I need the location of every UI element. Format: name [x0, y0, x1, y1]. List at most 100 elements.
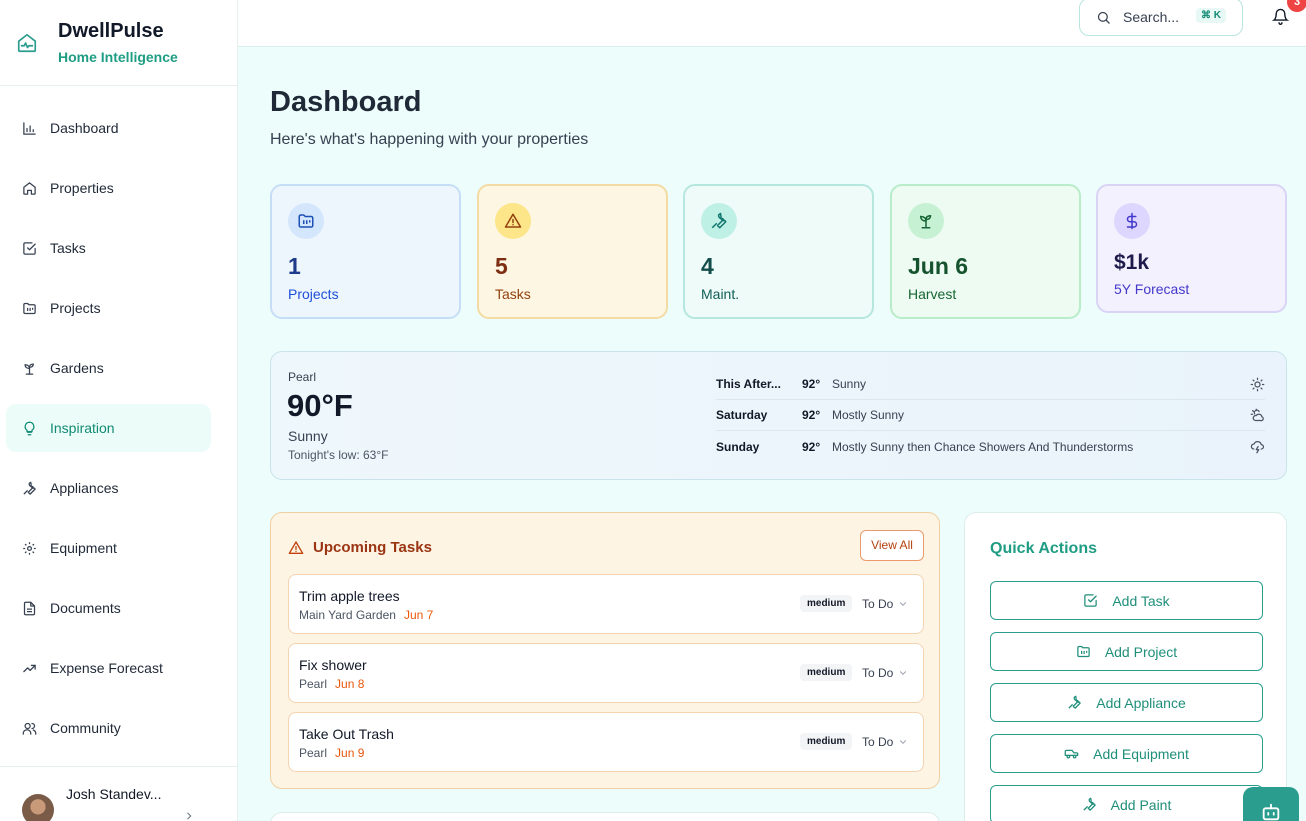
assistant-button[interactable] [1243, 787, 1299, 821]
folder-icon [23, 302, 36, 314]
view-all-button[interactable]: View All [860, 530, 924, 561]
user-menu[interactable]: Josh Standev... [0, 766, 238, 821]
weather-low: Tonight's low: 63°F [288, 448, 389, 462]
forecast-day: This After... [716, 377, 781, 391]
task-row[interactable]: Fix shower Pearl Jun 8 medium To Do [288, 643, 924, 703]
checkbox-icon [23, 241, 36, 255]
sidebar-item-equipment[interactable]: Equipment [6, 524, 211, 572]
page-title: Dashboard [270, 86, 422, 118]
checkbox-icon [1084, 594, 1098, 607]
folder-icon [1077, 645, 1090, 658]
bar-chart-icon [23, 121, 36, 135]
button-label: Add Appliance [1096, 694, 1186, 711]
quick-actions-title: Quick Actions [990, 540, 1097, 557]
sidebar-item-label: Tasks [50, 240, 86, 256]
add-appliance-button[interactable]: Add Appliance [990, 683, 1263, 722]
wrench-icon [701, 203, 737, 239]
stat-label: 5Y Forecast [1114, 281, 1190, 297]
add-project-button[interactable]: Add Project [990, 632, 1263, 671]
storm-cloud-icon [1250, 440, 1265, 454]
sidebar-item-label: Expense Forecast [50, 660, 163, 676]
task-location: Pearl [299, 746, 328, 760]
status-select[interactable]: To Do [862, 597, 908, 611]
truck-icon [1064, 749, 1079, 759]
brand-subtitle: Home Intelligence [58, 49, 178, 65]
sidebar-item-label: Gardens [50, 360, 104, 376]
sidebar-item-documents[interactable]: Documents [6, 584, 211, 632]
task-row[interactable]: Trim apple trees Main Yard Garden Jun 7 m… [288, 574, 924, 634]
sidebar-nav: Dashboard Properties Tasks Projects Gard… [0, 86, 237, 752]
brand[interactable]: DwellPulse Home Intelligence [0, 0, 237, 86]
upcoming-tasks-card: Upcoming Tasks View All Trim apple trees… [270, 512, 940, 789]
add-equipment-button[interactable]: Add Equipment [990, 734, 1263, 773]
bell-icon[interactable] [1272, 8, 1289, 25]
stat-card-forecast[interactable]: $1k 5Y Forecast [1096, 184, 1287, 313]
sidebar-item-label: Properties [50, 180, 114, 196]
home-pulse-icon [17, 33, 37, 52]
forecast-desc: Mostly Sunny [832, 408, 905, 422]
button-label: Add Equipment [1093, 745, 1189, 762]
sidebar-item-properties[interactable]: Properties [6, 164, 211, 212]
sidebar-item-projects[interactable]: Projects [6, 284, 211, 332]
sidebar-item-label: Community [50, 720, 121, 736]
sidebar-item-label: Dashboard [50, 120, 119, 136]
priority-badge: medium [800, 595, 853, 612]
forecast-day: Saturday [716, 408, 768, 422]
sidebar-item-label: Projects [50, 300, 101, 316]
upcoming-tasks-header: Upcoming Tasks [288, 539, 432, 556]
task-due: Jun 9 [335, 746, 365, 760]
stat-card-harvest[interactable]: Jun 6 Harvest [890, 184, 1081, 319]
forecast-row: Saturday 92° Mostly Sunny [716, 400, 1265, 431]
wrench-icon [23, 481, 36, 495]
weather-temperature: 90°F [287, 388, 353, 423]
document-icon [23, 601, 36, 615]
sidebar-item-label: Equipment [50, 540, 117, 556]
task-location: Pearl [299, 677, 328, 691]
search-placeholder: Search... [1123, 9, 1180, 25]
task-meta: Main Yard Garden Jun 7 [299, 608, 433, 622]
stat-card-tasks[interactable]: 5 Tasks [477, 184, 668, 319]
task-due: Jun 7 [403, 608, 434, 622]
next-card [270, 812, 940, 821]
sidebar-item-label: Appliances [50, 480, 119, 496]
sidebar-item-inspiration[interactable]: Inspiration [6, 404, 211, 452]
weather-condition: Sunny [288, 428, 328, 444]
task-name: Take Out Trash [299, 726, 394, 742]
priority-badge: medium [800, 664, 853, 681]
topbar: Search... ⌘ K 3 [238, 0, 1306, 47]
forecast-row: This After... 92° Sunny [716, 369, 1265, 400]
status-value: To Do [862, 666, 894, 680]
brand-title: DwellPulse [58, 20, 164, 42]
sidebar-item-community[interactable]: Community [6, 704, 211, 752]
gear-icon [23, 541, 36, 555]
robot-icon [1262, 803, 1280, 821]
sidebar-item-dashboard[interactable]: Dashboard [6, 104, 211, 152]
alert-triangle-icon [288, 540, 304, 554]
task-row[interactable]: Take Out Trash Pearl Jun 9 medium To Do [288, 712, 924, 772]
sidebar-item-gardens[interactable]: Gardens [6, 344, 211, 392]
chevron-right-icon [187, 812, 192, 820]
alert-triangle-icon [495, 203, 531, 239]
add-task-button[interactable]: Add Task [990, 581, 1263, 620]
sidebar-item-label: Inspiration [50, 420, 115, 436]
forecast-day: Sunday [716, 439, 760, 454]
stat-value: Jun 6 [908, 253, 969, 279]
stat-label: Harvest [908, 286, 957, 302]
weather-widget: Pearl 90°F Sunny Tonight's low: 63°F Thi… [270, 351, 1287, 480]
stat-label: Tasks [495, 286, 531, 302]
stat-card-maintenance[interactable]: 4 Maint. [683, 184, 874, 319]
sidebar-item-appliances[interactable]: Appliances [6, 464, 211, 512]
add-paint-button[interactable]: Add Paint [990, 785, 1263, 821]
status-select[interactable]: To Do [862, 666, 908, 680]
sidebar-item-label: Documents [50, 600, 121, 616]
sidebar: DwellPulse Home Intelligence Dashboard P… [0, 0, 238, 821]
stat-label: Projects [288, 286, 339, 302]
stat-value: 4 [701, 253, 714, 279]
status-select[interactable]: To Do [862, 735, 908, 749]
chevron-down-icon [900, 671, 907, 675]
stat-card-projects[interactable]: 1 Projects [270, 184, 461, 319]
sidebar-item-tasks[interactable]: Tasks [6, 224, 211, 272]
search-button[interactable]: Search... ⌘ K [1079, 0, 1243, 36]
sidebar-item-expense-forecast[interactable]: Expense Forecast [6, 644, 211, 692]
stat-value: 1 [288, 253, 301, 279]
